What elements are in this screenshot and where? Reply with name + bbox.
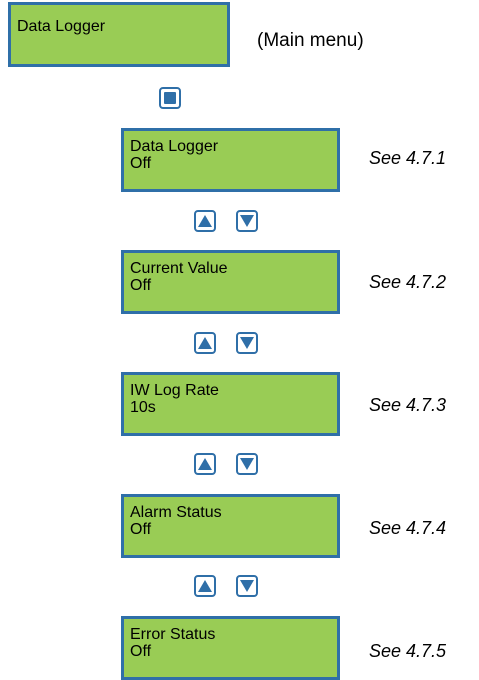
up-button[interactable]: [194, 210, 216, 232]
down-arrow-icon: [240, 215, 254, 227]
up-arrow-icon: [198, 458, 212, 470]
down-button[interactable]: [236, 332, 258, 354]
up-arrow-icon: [198, 215, 212, 227]
menu-line2: 10s: [130, 399, 156, 416]
menu-line1: IW Log Rate: [130, 382, 219, 399]
section-reference: See 4.7.1: [369, 148, 447, 168]
main-menu-display: Data Logger: [8, 2, 230, 67]
down-arrow-icon: [240, 337, 254, 349]
down-button[interactable]: [236, 210, 258, 232]
menu-line2: Off: [130, 277, 152, 294]
section-reference: See 4.7.2: [369, 272, 447, 292]
menu-line2: Off: [130, 521, 152, 538]
section-reference: See 4.7.5: [369, 641, 447, 661]
down-arrow-icon: [240, 458, 254, 470]
up-button[interactable]: [194, 453, 216, 475]
up-arrow-icon: [198, 580, 212, 592]
menu-display-data-logger: Data Logger Off: [121, 128, 340, 192]
menu-display-error-status: Error Status Off: [121, 616, 340, 680]
menu-line1: Alarm Status: [130, 504, 222, 521]
main-menu-note: (Main menu): [257, 30, 364, 51]
down-arrow-icon: [240, 580, 254, 592]
menu-line1: Current Value: [130, 260, 228, 277]
menu-line2: Off: [130, 155, 152, 172]
section-reference: See 4.7.4: [369, 518, 447, 538]
up-arrow-icon: [198, 337, 212, 349]
up-button[interactable]: [194, 575, 216, 597]
menu-display-current-value: Current Value Off: [121, 250, 340, 314]
menu-line1: Error Status: [130, 626, 216, 643]
section-reference: See 4.7.3: [369, 395, 447, 415]
down-button[interactable]: [236, 453, 258, 475]
enter-button[interactable]: [159, 87, 181, 109]
main-menu-line1: Data Logger: [17, 18, 106, 35]
menu-line1: Data Logger: [130, 138, 219, 155]
menu-display-iw-log-rate: IW Log Rate 10s: [121, 372, 340, 436]
enter-square-icon: [164, 92, 176, 104]
down-button[interactable]: [236, 575, 258, 597]
up-button[interactable]: [194, 332, 216, 354]
menu-display-alarm-status: Alarm Status Off: [121, 494, 340, 558]
menu-line2: Off: [130, 643, 152, 660]
